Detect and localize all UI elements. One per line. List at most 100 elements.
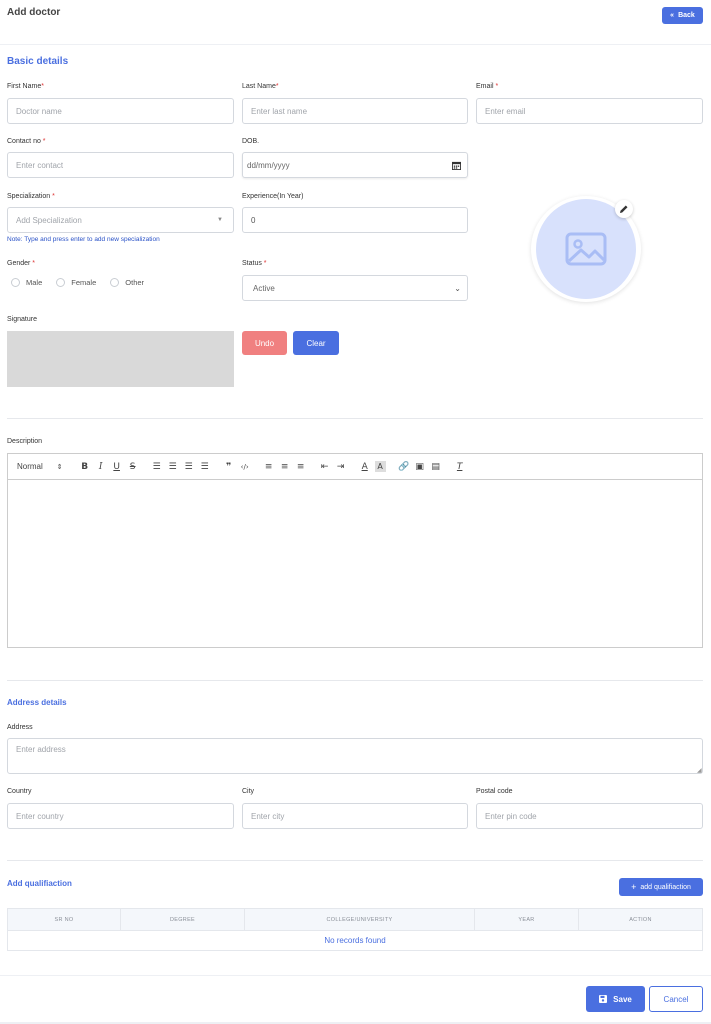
- empty-state: No records found: [7, 931, 703, 951]
- gender-other-radio[interactable]: [110, 278, 120, 287]
- clear-format-icon[interactable]: T: [452, 460, 468, 474]
- column-header: COLLEGE/UNIVERSITY: [245, 909, 475, 930]
- status-select[interactable]: Active ⌄: [242, 275, 468, 301]
- align-justify-icon[interactable]: ☰: [197, 460, 213, 474]
- qualification-table: SR NO DEGREE COLLEGE/UNIVERSITY YEAR ACT…: [7, 908, 703, 951]
- add-qualification-label: add qualifiaction: [640, 883, 691, 891]
- experience-input[interactable]: 0: [242, 207, 468, 233]
- column-header: SR NO: [8, 909, 121, 930]
- last-name-label: Last Name*: [242, 83, 279, 90]
- signature-label: Signature: [7, 316, 37, 323]
- address-label: Address: [7, 724, 33, 731]
- address-details-title: Address details: [7, 698, 67, 707]
- experience-label: Experience(In Year): [242, 193, 304, 200]
- header-divider: [0, 44, 711, 45]
- basic-details-title: Basic details: [7, 56, 69, 67]
- edit-avatar-button[interactable]: [615, 200, 633, 218]
- text-color-icon[interactable]: A: [357, 460, 373, 474]
- save-button[interactable]: Save: [586, 986, 645, 1012]
- status-label: Status *: [242, 260, 267, 267]
- header-size-value: Normal: [17, 462, 43, 471]
- add-qualification-button[interactable]: + add qualifiaction: [619, 878, 703, 896]
- bullet-list-icon[interactable]: ≡: [277, 460, 293, 474]
- dob-label: DOB.: [242, 138, 260, 145]
- column-header: ACTION: [629, 916, 652, 923]
- section-divider: [7, 418, 703, 419]
- contact-label: Contact no *: [7, 138, 46, 145]
- contact-input[interactable]: Enter contact: [7, 152, 234, 178]
- underline-icon[interactable]: U: [109, 460, 125, 474]
- signature-pad[interactable]: [7, 331, 234, 387]
- indent-icon[interactable]: ⇥: [333, 460, 349, 474]
- ordered-list-icon[interactable]: ≡: [261, 460, 277, 474]
- first-name-label: First Name*: [7, 83, 44, 90]
- resize-handle-icon[interactable]: ◢: [697, 767, 702, 774]
- table-header: SR NO DEGREE COLLEGE/UNIVERSITY YEAR ACT…: [7, 908, 703, 931]
- check-list-icon[interactable]: ≡: [293, 460, 309, 474]
- image-placeholder-icon: [565, 232, 607, 266]
- calendar-icon[interactable]: [452, 161, 461, 170]
- page-title: Add doctor: [7, 7, 61, 18]
- email-label: Email *: [476, 83, 499, 90]
- postal-code-label: Postal code: [476, 788, 513, 795]
- background-color-icon[interactable]: A: [374, 461, 386, 472]
- cancel-button[interactable]: Cancel: [649, 986, 703, 1012]
- country-label: Country: [7, 788, 32, 795]
- gender-radio-group: Male Female Other: [11, 278, 144, 287]
- link-icon[interactable]: 🔗: [396, 460, 412, 474]
- save-label: Save: [613, 994, 632, 1004]
- align-center-icon[interactable]: ☰: [165, 460, 181, 474]
- country-input[interactable]: Enter country: [7, 803, 234, 829]
- gender-female-label: Female: [71, 278, 97, 287]
- editor-toolbar: Normal ⇕ B I U S ☰ ☰ ☰ ☰ ❞ ‹/› ≡ ≡ ≡ ⇤ ⇥…: [7, 453, 703, 480]
- back-button[interactable]: « Back: [662, 7, 703, 24]
- up-down-arrows-icon: ⇕: [56, 463, 63, 471]
- gender-male-radio[interactable]: [11, 278, 20, 287]
- specialization-select[interactable]: Add Specialization ▼: [7, 207, 234, 233]
- status-value: Active: [253, 283, 275, 293]
- header-size-select[interactable]: Normal ⇕: [17, 462, 63, 471]
- align-right-icon[interactable]: ☰: [181, 460, 197, 474]
- outdent-icon[interactable]: ⇤: [317, 460, 333, 474]
- bold-icon[interactable]: B: [77, 460, 93, 474]
- save-icon: [599, 995, 608, 1003]
- gender-label: Gender *: [7, 260, 36, 267]
- align-left-icon[interactable]: ☰: [149, 460, 165, 474]
- video-icon[interactable]: ▤: [428, 460, 444, 474]
- chevron-down-icon: ⌄: [454, 283, 461, 293]
- dob-input[interactable]: dd/mm/yyyy: [242, 152, 468, 178]
- undo-button[interactable]: Undo: [242, 331, 287, 355]
- double-chevron-left-icon: «: [670, 12, 675, 19]
- address-textarea[interactable]: Enter address: [7, 738, 703, 774]
- column-header: YEAR: [475, 909, 579, 930]
- qualification-title: Add qualifiaction: [7, 879, 72, 888]
- section-divider: [7, 680, 703, 681]
- section-divider: [7, 860, 703, 861]
- postal-code-input[interactable]: Enter pin code: [476, 803, 703, 829]
- gender-male-label: Male: [26, 278, 43, 287]
- code-block-icon[interactable]: ‹/›: [237, 460, 253, 474]
- blockquote-icon[interactable]: ❞: [221, 460, 237, 474]
- email-input[interactable]: Enter email: [476, 98, 703, 124]
- dob-placeholder: dd/mm/yyyy: [247, 160, 290, 170]
- first-name-input[interactable]: Doctor name: [7, 98, 234, 124]
- pencil-icon: [620, 205, 628, 213]
- image-icon[interactable]: ▣: [412, 460, 428, 474]
- plus-icon: +: [631, 882, 637, 892]
- dropdown-caret-icon: ▼: [217, 217, 223, 223]
- specialization-note: Note: Type and press enter to add new sp…: [7, 236, 160, 243]
- column-header: DEGREE: [121, 909, 245, 930]
- back-button-label: Back: [678, 12, 695, 19]
- clear-button[interactable]: Clear: [293, 331, 339, 355]
- city-input[interactable]: Enter city: [242, 803, 468, 829]
- description-editor[interactable]: [7, 480, 703, 648]
- last-name-input[interactable]: Enter last name: [242, 98, 468, 124]
- description-label: Description: [7, 438, 43, 445]
- gender-female-radio[interactable]: [56, 278, 66, 287]
- italic-icon[interactable]: I: [93, 460, 109, 474]
- footer-divider: [0, 975, 711, 976]
- specialization-label: Specialization *: [7, 193, 55, 200]
- gender-other-label: Other: [125, 278, 145, 287]
- strikethrough-icon[interactable]: S: [125, 460, 141, 474]
- city-label: City: [242, 788, 255, 795]
